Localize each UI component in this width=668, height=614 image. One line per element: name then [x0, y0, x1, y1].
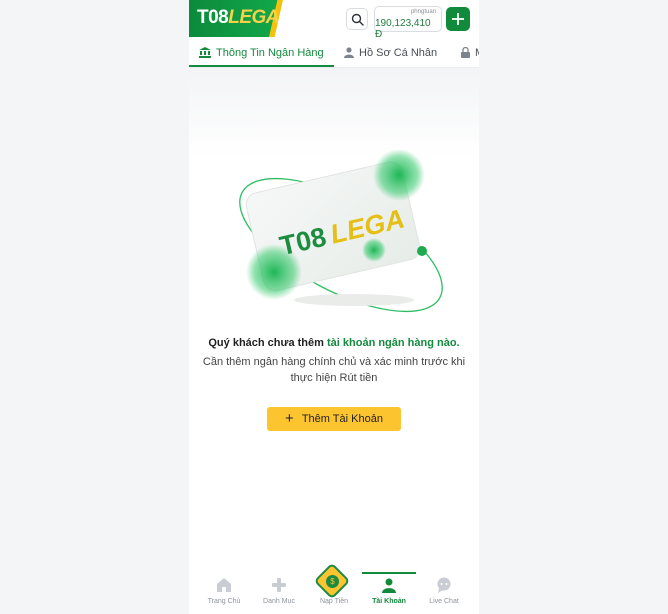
search-icon: [351, 13, 364, 26]
account-tabs: Thông Tin Ngân Hàng Hồ Sơ Cá Nhân M: [189, 40, 479, 68]
tab-bank-info[interactable]: Thông Tin Ngân Hàng: [199, 40, 324, 67]
empty-state-description: Cần thêm ngân hàng chính chủ và xác minh…: [202, 356, 466, 384]
empty-bank-card-illustration: T08 LEGA: [239, 150, 443, 313]
plus-icon: [452, 13, 464, 25]
app-screen: T08LEGA phngtuan 190,123,410 Đ Thông Tin…: [189, 0, 479, 614]
empty-state-title: Quý khách chưa thêm tài khoản ngân hàng …: [208, 337, 460, 349]
tab-bank-info-label: Thông Tin Ngân Hàng: [216, 47, 324, 59]
tab-more-label: M: [475, 47, 479, 59]
active-tab-indicator: [189, 65, 334, 67]
empty-state-title-highlight: tài khoản ngân hàng nào.: [327, 337, 460, 349]
nav-home[interactable]: Trang Chủ: [195, 570, 253, 614]
lock-icon: [461, 47, 470, 58]
top-header: T08LEGA phngtuan 190,123,410 Đ: [189, 0, 479, 40]
user-icon: [344, 47, 354, 58]
tab-profile[interactable]: Hồ Sơ Cá Nhân: [344, 40, 437, 67]
nav-categories[interactable]: Danh Mục: [250, 570, 308, 614]
bank-icon: [199, 47, 211, 58]
add-bank-account-button[interactable]: + Thêm Tài Khoản: [267, 407, 401, 431]
content-background: [189, 68, 479, 158]
deposit-plus-button[interactable]: [446, 7, 470, 31]
gamepad-icon: [272, 578, 286, 592]
nav-account[interactable]: Tài Khoản: [360, 570, 418, 614]
search-button[interactable]: [346, 8, 368, 30]
nav-active-indicator: [362, 572, 416, 574]
tab-profile-label: Hồ Sơ Cá Nhân: [359, 47, 438, 59]
logo-text[interactable]: T08LEGA: [197, 7, 280, 29]
balance-amount: 190,123,410 Đ: [375, 18, 431, 40]
add-bank-account-label: Thêm Tài Khoản: [301, 413, 383, 425]
home-icon: [217, 578, 231, 592]
username-label: phngtuan: [410, 9, 436, 15]
bottom-navigation: Trang Chủ Danh Mục $ Nạp Tiền Tài Khoản: [189, 565, 479, 614]
nav-deposit[interactable]: $ Nạp Tiền: [305, 565, 363, 614]
balance-display[interactable]: phngtuan 190,123,410 Đ: [374, 6, 442, 40]
coin-icon: $: [326, 575, 339, 588]
plus-icon: +: [285, 410, 294, 427]
nav-live-chat[interactable]: Live Chat: [415, 570, 473, 614]
chat-icon: [437, 577, 451, 593]
user-icon: [382, 578, 396, 593]
tab-more[interactable]: M: [461, 40, 479, 67]
